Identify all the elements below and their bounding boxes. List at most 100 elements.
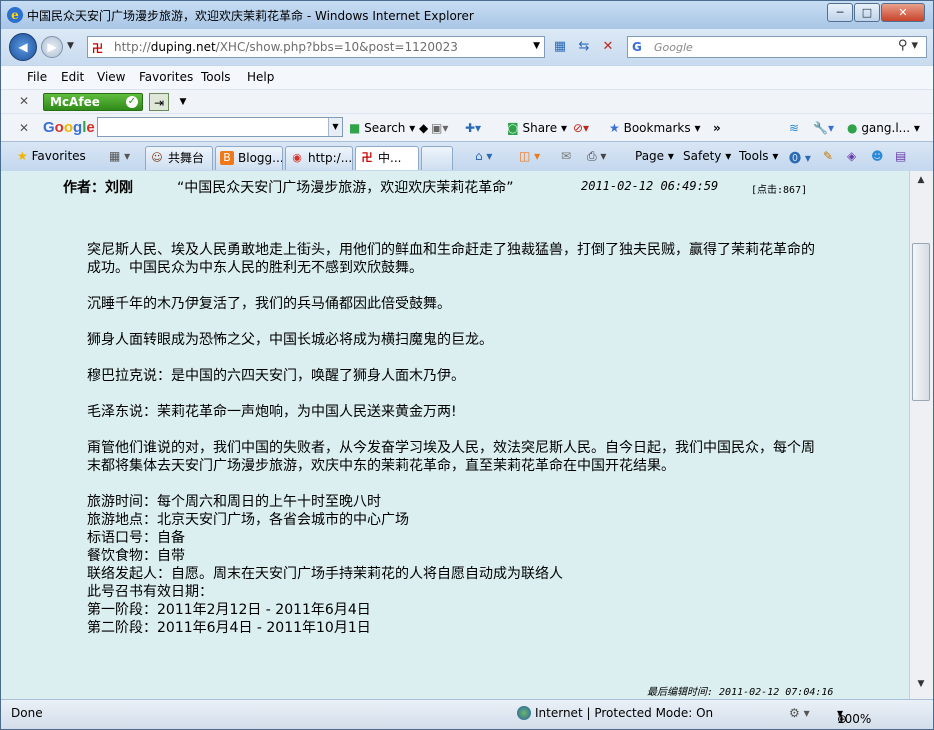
menu-view[interactable]: View: [97, 70, 125, 84]
detail-line: 第一阶段：2011年2月12日 - 2011年6月4日: [87, 602, 371, 618]
post-paragraph: 狮身人面转眼成为恐怖之父，中国长城必将成为横扫魔鬼的巨龙。: [87, 332, 493, 348]
new-tab-button[interactable]: [421, 146, 453, 170]
post-details: 旅游时间：每个周六和周日的上午十时至晚八时 旅游地点：北京天安门广场，各省会城市…: [87, 493, 827, 637]
compatibility-view-icon[interactable]: ▦: [549, 36, 571, 58]
refresh-icon[interactable]: ⇆: [573, 36, 595, 58]
search-box[interactable]: G Google ⚲ ▾: [627, 36, 927, 58]
bookmarks-button[interactable]: ★ Bookmarks ▾: [609, 121, 700, 135]
bookmark-star-icon: ★: [609, 121, 620, 135]
search-input[interactable]: Google: [654, 41, 693, 54]
menu-tools[interactable]: Tools: [201, 70, 231, 84]
post-paragraph: 沉睡千年的木乃伊复活了，我们的兵马俑都因此倍受鼓舞。: [87, 296, 451, 312]
close-button[interactable]: ✕: [881, 3, 925, 22]
scroll-down-icon[interactable]: ▼: [913, 679, 929, 695]
feeds-icon[interactable]: ◫ ▾: [519, 149, 540, 163]
detail-line: 此号召书有效日期：: [87, 584, 213, 600]
messenger-icon[interactable]: ☻: [871, 149, 884, 163]
status-bar: Done Internet | Protected Mode: On ⚙ ▾ ⊕…: [1, 699, 933, 729]
window-title: 中国民众天安门广场漫步旅游，欢迎欢庆茉莉花革命 - Windows Intern…: [27, 9, 474, 23]
quick-tabs-icon[interactable]: ▦ ▾: [109, 149, 130, 163]
wifi-icon[interactable]: ≋: [789, 121, 799, 135]
search-go-icon[interactable]: ⚲ ▾: [898, 38, 918, 53]
scroll-up-icon[interactable]: ▲: [913, 175, 929, 191]
protected-mode-icon[interactable]: ⚙ ▾: [789, 706, 810, 720]
print-icon[interactable]: ⎙ ▾: [587, 149, 606, 164]
tabs-bar: ★ Favorites ▦ ▾ ☺ 共舞台 B Blogg... ◉ http:/..…: [1, 141, 933, 171]
navigation-bar: ◀ ▶ ▼ 卍 http://duping.net/XHC/show.php?b…: [1, 29, 933, 65]
add-button-icon[interactable]: ✚▾: [465, 121, 481, 135]
mcafee-toolbar: ✕ McAfee ✓ ⇥ ▼: [1, 89, 933, 113]
tab-gongwutai[interactable]: ☺ 共舞台: [145, 146, 213, 170]
google-logo: Google: [43, 119, 95, 136]
stop-icon[interactable]: ✕: [597, 36, 619, 58]
blog-this-icon[interactable]: ◈: [847, 149, 856, 163]
tab-current[interactable]: 卍中...: [355, 146, 419, 170]
recent-pages-dropdown-icon[interactable]: ▼: [67, 41, 74, 51]
tab-blogger[interactable]: B Blogg...: [215, 146, 283, 170]
post-title: “中国民众天安门广场漫步旅游，欢迎欢庆茉莉花革命”: [177, 180, 514, 196]
detail-line: 第二阶段：2011年6月4日 - 2011年10月1日: [87, 620, 371, 636]
tools-menu[interactable]: Tools ▾: [739, 149, 778, 163]
post-date: 2011-02-12 06:49:59: [581, 179, 719, 193]
detail-line: 餐饮食物：自带: [87, 548, 185, 564]
check-icon: ✓: [126, 96, 138, 108]
maximize-button[interactable]: □: [854, 3, 880, 22]
mcafee-dropdown-icon[interactable]: ▼: [173, 93, 193, 111]
mcafee-button[interactable]: McAfee ✓: [43, 93, 143, 111]
google-search-icon: G: [632, 40, 642, 54]
back-button[interactable]: ◀: [9, 33, 37, 61]
news-icon[interactable]: ▣▾: [431, 121, 448, 135]
page-menu[interactable]: Page ▾: [635, 149, 674, 163]
forward-button[interactable]: ▶: [41, 36, 63, 58]
status-text: Done: [11, 706, 43, 720]
ie-logo-icon: e: [7, 7, 23, 23]
close-google-toolbar-icon[interactable]: ✕: [19, 121, 29, 135]
google-search-field[interactable]: ▼: [97, 117, 343, 137]
user-account-button[interactable]: ● gang.l... ▾: [847, 121, 920, 135]
post-paragraph: 毛泽东说：茉莉花革命一声炮响，为中国人民送来黄金万两!: [87, 404, 457, 420]
google-search-icon-small: ■: [349, 121, 361, 135]
chrome-like-icon: ◉: [292, 151, 302, 164]
home-icon[interactable]: ⌂ ▾: [475, 149, 492, 163]
post-paragraph: 穆巴拉克说：是中国的六四天安门，唤醒了狮身人面木乃伊。: [87, 368, 465, 384]
tab-http[interactable]: ◉ http:/...: [285, 146, 353, 170]
minimize-button[interactable]: ─: [827, 3, 853, 22]
menu-favorites[interactable]: Favorites: [139, 70, 193, 84]
post-paragraph: 突尼斯人民、埃及人民勇敢地走上街头，用他们的鲜血和生命赶走了独裁猛兽，打倒了独夫…: [87, 242, 815, 276]
google-toolbar: ✕ Google ▼ ■ Search ▾ ◆ ▣▾ ✚▾ ◙ Share ▾ …: [1, 113, 933, 141]
menu-help[interactable]: Help: [247, 70, 274, 84]
detail-line: 标语口号：自备: [87, 530, 185, 546]
help-icon[interactable]: ⓿ ▾: [789, 149, 811, 166]
address-bar[interactable]: 卍 http://duping.net/XHC/show.php?bbs=10&…: [87, 36, 545, 58]
favorites-star-icon: ★: [17, 149, 28, 163]
toolbar-more-button[interactable]: »: [713, 121, 721, 135]
research-icon[interactable]: ✎: [823, 149, 833, 163]
menu-edit[interactable]: Edit: [61, 70, 84, 84]
zoom-level[interactable]: ⊕ 100% ▾: [837, 706, 871, 726]
post-click-count: [点击:867]: [751, 185, 808, 196]
onenote-icon[interactable]: ▤: [895, 149, 906, 163]
google-history-dropdown-icon[interactable]: ▼: [328, 118, 342, 136]
page-content: 作者：刘刚 “中国民众天安门广场漫步旅游，欢迎欢庆茉莉花革命” 2011-02-…: [1, 171, 909, 699]
google-search-button[interactable]: ■ Search ▾ ◆: [349, 121, 428, 135]
vertical-scrollbar[interactable]: ▲ ▼: [909, 171, 933, 699]
share-button[interactable]: ◙ Share ▾: [507, 121, 567, 135]
wrench-icon[interactable]: 🔧▾: [813, 121, 834, 135]
popup-blocker-icon[interactable]: ⊘▾: [573, 121, 589, 135]
mcafee-site-advisor-icon[interactable]: ⇥: [149, 93, 169, 111]
detail-line: 联络发起人：自愿。周末在天安门广场手持茉莉花的人将自愿自动成为联络人: [87, 566, 563, 582]
scroll-thumb[interactable]: [912, 243, 930, 401]
address-dropdown-icon[interactable]: ▼: [533, 41, 540, 51]
favorites-button[interactable]: ★ Favorites: [17, 149, 86, 163]
post-body: 突尼斯人民、埃及人民勇敢地走上街头，用他们的鲜血和生命赶走了独裁猛兽，打倒了独夫…: [87, 241, 827, 637]
address-url[interactable]: http://duping.net/XHC/show.php?bbs=10&po…: [114, 40, 458, 54]
site-favicon-icon: 卍: [92, 42, 103, 55]
safety-menu[interactable]: Safety ▾: [683, 149, 731, 163]
read-mail-icon[interactable]: ✉: [561, 149, 571, 163]
tab-favicon-icon: ☺: [151, 151, 163, 164]
menu-bar: File Edit View Favorites Tools Help: [1, 65, 933, 89]
menu-file[interactable]: File: [27, 70, 47, 84]
security-zone[interactable]: Internet | Protected Mode: On: [535, 706, 713, 720]
close-toolbar-icon[interactable]: ✕: [19, 94, 29, 108]
user-status-icon: ●: [847, 121, 858, 135]
